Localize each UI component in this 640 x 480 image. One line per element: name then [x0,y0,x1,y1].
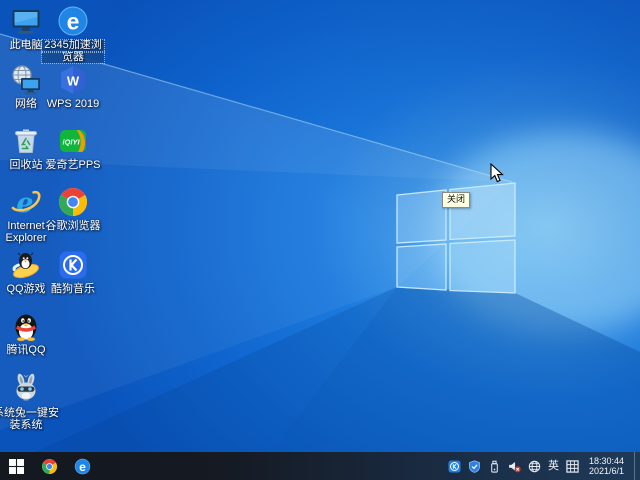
taskbar-clock[interactable]: 18:30:44 2021/6/1 [589,456,624,477]
tencent-qq-icon [10,310,42,342]
desktop-item-chrome[interactable]: 谷歌浏览器 [42,186,104,233]
desktop-item-label: 回收站 [8,160,45,172]
usb-device-icon[interactable] [488,460,501,473]
ime-keyboard-icon[interactable] [566,460,579,473]
windows-start-icon [9,459,24,474]
desktop-item-label: 系统兔一键安装系统 [0,408,61,431]
kugou-tray-icon[interactable] [448,460,461,473]
desktop-item-tencent-qq[interactable]: 腾讯QQ [0,310,57,357]
svg-text:e: e [16,188,33,218]
browser-2345-icon: e [57,5,89,37]
desktop-item-label: 谷歌浏览器 [44,221,103,233]
windows-desktop: 此电脑e2345加速浏览器网络WWPS 2019回收站iQIYI爱奇艺PPSeI… [0,0,640,480]
desktop-item-label: 此电脑 [8,40,45,52]
taskbar-app-2345-browser[interactable]: e [66,452,99,480]
ime-language-indicator[interactable]: 英 [548,461,559,472]
desktop-item-iqiyi-pps[interactable]: iQIYI 爱奇艺PPS [42,125,104,172]
desktop-item-label: 2345加速浏览器 [42,40,103,63]
network-icon [10,64,42,96]
qq-game-icon [10,249,42,281]
taskbar: e 英 18:30:44 2021/6/1 [0,452,640,480]
svg-text:iQIYI: iQIYI [62,138,80,147]
desktop-item-label: 爱奇艺PPS [43,160,102,172]
network-globe-icon[interactable] [528,460,541,473]
svg-text:W: W [67,74,80,89]
taskbar-left: e [0,452,99,480]
taskbar-pinned-apps: e [33,452,99,480]
desktop-item-label: 腾讯QQ [4,345,47,357]
iqiyi-pps-icon: iQIYI [57,125,89,157]
chrome-icon [41,458,58,475]
desktop-item-label: WPS 2019 [45,99,102,111]
clock-time: 18:30:44 [589,456,624,467]
system-tray: 英 18:30:44 2021/6/1 [448,452,640,480]
taskbar-app-chrome[interactable] [33,452,66,480]
volume-muted-icon[interactable] [508,460,521,473]
browser-2345-icon: e [74,458,91,475]
desktop-item-2345-browser[interactable]: e 2345加速浏览器 [42,5,104,63]
wps-icon: W [57,64,89,96]
desktop-item-wps-2019[interactable]: W WPS 2019 [42,64,104,111]
start-button[interactable] [0,452,33,480]
kugou-music-icon [57,249,89,281]
recycle-bin-icon [10,125,42,157]
internet-explorer-icon: e [10,186,42,218]
system-rabbit-icon [10,373,42,405]
tray-icons [448,460,541,473]
security-shield-icon[interactable] [468,460,481,473]
desktop-item-kugou-music[interactable]: 酷狗音乐 [42,249,104,296]
clock-date: 2021/6/1 [589,466,624,477]
desktop-item-label: 网络 [13,99,39,111]
desktop-item-system-rabbit[interactable]: 系统兔一键安装系统 [0,373,57,431]
mouse-cursor-icon [490,163,504,188]
show-desktop-button[interactable] [634,452,640,480]
this-pc-icon [10,5,42,37]
chrome-icon [57,186,89,218]
tooltip-close: 关闭 [442,192,470,208]
svg-text:e: e [67,9,80,35]
svg-text:e: e [79,460,86,474]
desktop-item-label: 酷狗音乐 [49,284,97,296]
